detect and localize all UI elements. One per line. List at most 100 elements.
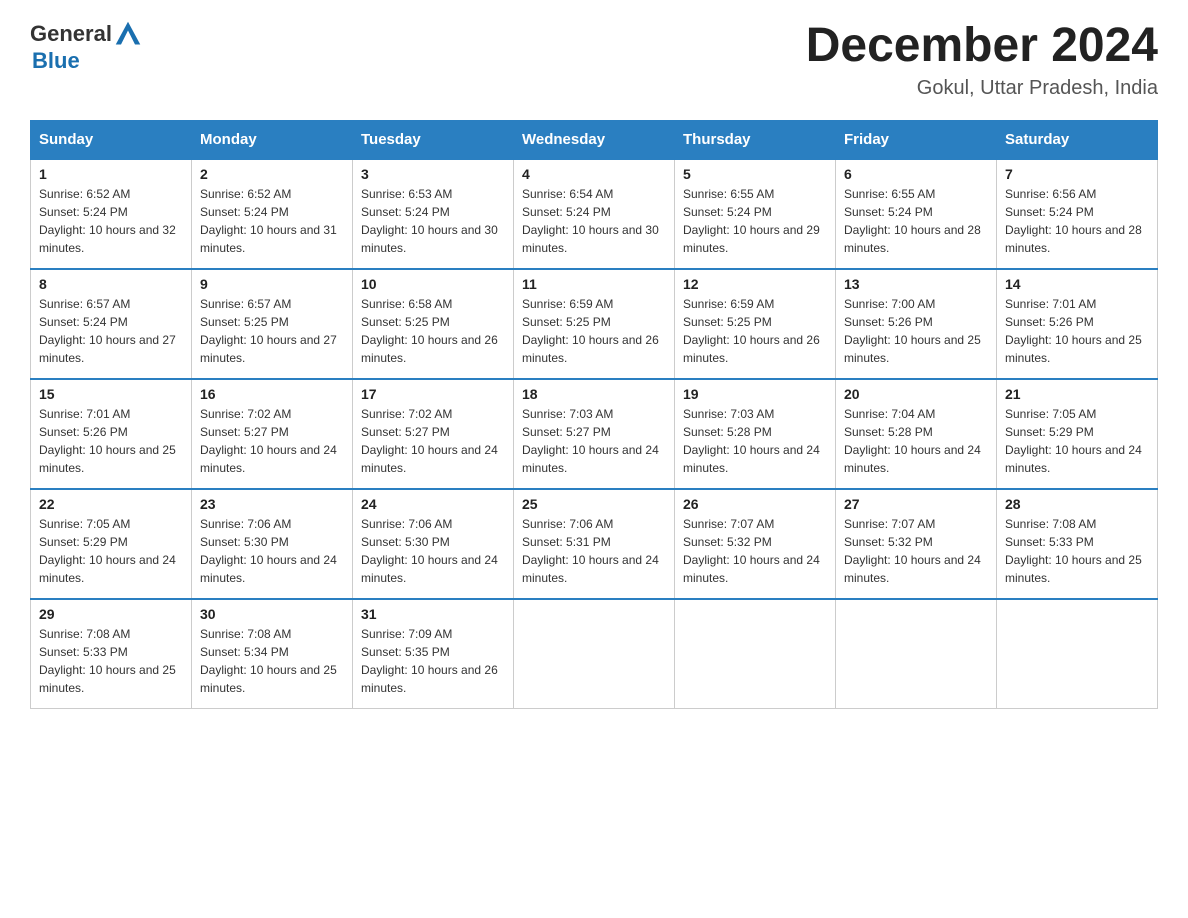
calendar-cell: 13 Sunrise: 7:00 AMSunset: 5:26 PMDaylig… — [836, 269, 997, 379]
calendar-cell: 8 Sunrise: 6:57 AMSunset: 5:24 PMDayligh… — [31, 269, 192, 379]
day-number: 25 — [522, 496, 666, 512]
day-info: Sunrise: 6:59 AMSunset: 5:25 PMDaylight:… — [522, 297, 659, 365]
day-number: 2 — [200, 166, 344, 182]
day-info: Sunrise: 7:00 AMSunset: 5:26 PMDaylight:… — [844, 297, 981, 365]
calendar-cell: 7 Sunrise: 6:56 AMSunset: 5:24 PMDayligh… — [997, 159, 1158, 269]
day-info: Sunrise: 7:01 AMSunset: 5:26 PMDaylight:… — [1005, 297, 1142, 365]
day-info: Sunrise: 6:52 AMSunset: 5:24 PMDaylight:… — [39, 187, 176, 255]
title-area: December 2024 Gokul, Uttar Pradesh, Indi… — [806, 20, 1158, 100]
day-info: Sunrise: 7:06 AMSunset: 5:30 PMDaylight:… — [200, 517, 337, 585]
calendar-cell: 29 Sunrise: 7:08 AMSunset: 5:33 PMDaylig… — [31, 599, 192, 709]
day-number: 30 — [200, 606, 344, 622]
day-number: 28 — [1005, 496, 1149, 512]
day-number: 26 — [683, 496, 827, 512]
day-number: 27 — [844, 496, 988, 512]
day-number: 18 — [522, 386, 666, 402]
calendar-cell: 21 Sunrise: 7:05 AMSunset: 5:29 PMDaylig… — [997, 379, 1158, 489]
calendar-cell: 16 Sunrise: 7:02 AMSunset: 5:27 PMDaylig… — [192, 379, 353, 489]
day-info: Sunrise: 7:08 AMSunset: 5:33 PMDaylight:… — [39, 627, 176, 695]
calendar-cell — [997, 599, 1158, 709]
calendar-cell — [836, 599, 997, 709]
logo-blue-text: Blue — [32, 48, 80, 74]
col-friday: Friday — [836, 120, 997, 159]
week-row-1: 1 Sunrise: 6:52 AMSunset: 5:24 PMDayligh… — [31, 159, 1158, 269]
calendar-cell: 15 Sunrise: 7:01 AMSunset: 5:26 PMDaylig… — [31, 379, 192, 489]
col-monday: Monday — [192, 120, 353, 159]
col-sunday: Sunday — [31, 120, 192, 159]
day-info: Sunrise: 7:02 AMSunset: 5:27 PMDaylight:… — [361, 407, 498, 475]
calendar-cell: 17 Sunrise: 7:02 AMSunset: 5:27 PMDaylig… — [353, 379, 514, 489]
calendar-cell: 26 Sunrise: 7:07 AMSunset: 5:32 PMDaylig… — [675, 489, 836, 599]
calendar-cell: 9 Sunrise: 6:57 AMSunset: 5:25 PMDayligh… — [192, 269, 353, 379]
calendar-cell: 27 Sunrise: 7:07 AMSunset: 5:32 PMDaylig… — [836, 489, 997, 599]
calendar-cell — [514, 599, 675, 709]
logo-general-text: General — [30, 21, 112, 47]
day-number: 6 — [844, 166, 988, 182]
day-number: 19 — [683, 386, 827, 402]
calendar-table: Sunday Monday Tuesday Wednesday Thursday… — [30, 120, 1158, 710]
day-number: 17 — [361, 386, 505, 402]
day-number: 8 — [39, 276, 183, 292]
day-info: Sunrise: 6:52 AMSunset: 5:24 PMDaylight:… — [200, 187, 337, 255]
calendar-cell: 25 Sunrise: 7:06 AMSunset: 5:31 PMDaylig… — [514, 489, 675, 599]
day-info: Sunrise: 6:55 AMSunset: 5:24 PMDaylight:… — [683, 187, 820, 255]
day-info: Sunrise: 6:55 AMSunset: 5:24 PMDaylight:… — [844, 187, 981, 255]
page-header: General Blue December 2024 Gokul, Uttar … — [30, 20, 1158, 100]
logo: General Blue — [30, 20, 142, 74]
calendar-cell: 12 Sunrise: 6:59 AMSunset: 5:25 PMDaylig… — [675, 269, 836, 379]
calendar-cell: 14 Sunrise: 7:01 AMSunset: 5:26 PMDaylig… — [997, 269, 1158, 379]
calendar-cell: 5 Sunrise: 6:55 AMSunset: 5:24 PMDayligh… — [675, 159, 836, 269]
day-info: Sunrise: 6:53 AMSunset: 5:24 PMDaylight:… — [361, 187, 498, 255]
day-info: Sunrise: 7:05 AMSunset: 5:29 PMDaylight:… — [1005, 407, 1142, 475]
day-info: Sunrise: 7:05 AMSunset: 5:29 PMDaylight:… — [39, 517, 176, 585]
day-info: Sunrise: 7:08 AMSunset: 5:34 PMDaylight:… — [200, 627, 337, 695]
day-number: 1 — [39, 166, 183, 182]
calendar-cell: 22 Sunrise: 7:05 AMSunset: 5:29 PMDaylig… — [31, 489, 192, 599]
col-wednesday: Wednesday — [514, 120, 675, 159]
day-info: Sunrise: 7:09 AMSunset: 5:35 PMDaylight:… — [361, 627, 498, 695]
day-info: Sunrise: 7:04 AMSunset: 5:28 PMDaylight:… — [844, 407, 981, 475]
day-number: 16 — [200, 386, 344, 402]
page-subtitle: Gokul, Uttar Pradesh, India — [806, 77, 1158, 100]
day-info: Sunrise: 6:56 AMSunset: 5:24 PMDaylight:… — [1005, 187, 1142, 255]
col-saturday: Saturday — [997, 120, 1158, 159]
day-number: 10 — [361, 276, 505, 292]
day-number: 24 — [361, 496, 505, 512]
day-number: 9 — [200, 276, 344, 292]
day-info: Sunrise: 7:08 AMSunset: 5:33 PMDaylight:… — [1005, 517, 1142, 585]
day-info: Sunrise: 6:59 AMSunset: 5:25 PMDaylight:… — [683, 297, 820, 365]
calendar-cell: 31 Sunrise: 7:09 AMSunset: 5:35 PMDaylig… — [353, 599, 514, 709]
calendar-cell: 1 Sunrise: 6:52 AMSunset: 5:24 PMDayligh… — [31, 159, 192, 269]
day-info: Sunrise: 6:57 AMSunset: 5:24 PMDaylight:… — [39, 297, 176, 365]
day-info: Sunrise: 6:57 AMSunset: 5:25 PMDaylight:… — [200, 297, 337, 365]
week-row-2: 8 Sunrise: 6:57 AMSunset: 5:24 PMDayligh… — [31, 269, 1158, 379]
day-number: 5 — [683, 166, 827, 182]
day-number: 21 — [1005, 386, 1149, 402]
day-info: Sunrise: 7:07 AMSunset: 5:32 PMDaylight:… — [683, 517, 820, 585]
day-number: 12 — [683, 276, 827, 292]
header-row: Sunday Monday Tuesday Wednesday Thursday… — [31, 120, 1158, 159]
day-info: Sunrise: 7:02 AMSunset: 5:27 PMDaylight:… — [200, 407, 337, 475]
day-info: Sunrise: 7:03 AMSunset: 5:28 PMDaylight:… — [683, 407, 820, 475]
calendar-cell: 20 Sunrise: 7:04 AMSunset: 5:28 PMDaylig… — [836, 379, 997, 489]
day-info: Sunrise: 7:03 AMSunset: 5:27 PMDaylight:… — [522, 407, 659, 475]
week-row-3: 15 Sunrise: 7:01 AMSunset: 5:26 PMDaylig… — [31, 379, 1158, 489]
day-number: 20 — [844, 386, 988, 402]
day-number: 7 — [1005, 166, 1149, 182]
calendar-cell: 6 Sunrise: 6:55 AMSunset: 5:24 PMDayligh… — [836, 159, 997, 269]
calendar-cell: 3 Sunrise: 6:53 AMSunset: 5:24 PMDayligh… — [353, 159, 514, 269]
day-info: Sunrise: 6:54 AMSunset: 5:24 PMDaylight:… — [522, 187, 659, 255]
logo-icon — [114, 20, 142, 48]
calendar-header: Sunday Monday Tuesday Wednesday Thursday… — [31, 120, 1158, 159]
day-number: 13 — [844, 276, 988, 292]
calendar-cell: 4 Sunrise: 6:54 AMSunset: 5:24 PMDayligh… — [514, 159, 675, 269]
day-number: 29 — [39, 606, 183, 622]
week-row-5: 29 Sunrise: 7:08 AMSunset: 5:33 PMDaylig… — [31, 599, 1158, 709]
week-row-4: 22 Sunrise: 7:05 AMSunset: 5:29 PMDaylig… — [31, 489, 1158, 599]
day-info: Sunrise: 6:58 AMSunset: 5:25 PMDaylight:… — [361, 297, 498, 365]
calendar-cell: 19 Sunrise: 7:03 AMSunset: 5:28 PMDaylig… — [675, 379, 836, 489]
day-number: 22 — [39, 496, 183, 512]
col-thursday: Thursday — [675, 120, 836, 159]
page-title: December 2024 — [806, 20, 1158, 73]
calendar-cell: 23 Sunrise: 7:06 AMSunset: 5:30 PMDaylig… — [192, 489, 353, 599]
